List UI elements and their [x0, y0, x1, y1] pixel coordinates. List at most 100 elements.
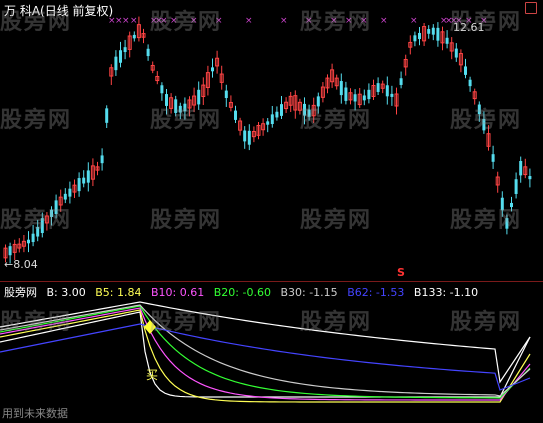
- candle: [510, 202, 513, 208]
- candle: [275, 111, 279, 118]
- candle: [385, 85, 389, 97]
- signal-marker: ×: [330, 16, 338, 26]
- candle: [353, 94, 357, 102]
- candle: [123, 47, 127, 53]
- candle: [362, 95, 366, 101]
- candle: [514, 179, 518, 194]
- signal-marker: ×: [410, 16, 418, 26]
- candle: [427, 29, 431, 34]
- candle: [491, 154, 495, 162]
- low-price-label: ←8.04: [4, 258, 38, 271]
- candle: [165, 94, 168, 106]
- indicator-chart[interactable]: [0, 282, 543, 423]
- candle: [36, 226, 40, 237]
- future-data-note: 用到未来数据: [2, 407, 68, 420]
- candle: [100, 155, 104, 164]
- indicator-name: 股旁网: [4, 286, 37, 299]
- candle: [303, 103, 306, 116]
- candle: [211, 67, 214, 72]
- candle: [418, 32, 421, 40]
- candle: [316, 96, 320, 107]
- candle: [464, 66, 467, 75]
- candle: [307, 109, 311, 117]
- high-price-label: 12.61: [453, 21, 485, 34]
- candle: [8, 246, 12, 256]
- legend-b5: B5: 1.84: [95, 286, 142, 299]
- candle: [224, 90, 228, 99]
- candle: [390, 93, 394, 97]
- candle: [247, 130, 251, 145]
- candle: [132, 34, 136, 39]
- candle: [344, 87, 348, 101]
- candle: [477, 104, 481, 115]
- signal-marker: ×: [280, 16, 288, 26]
- signal-marker: ×: [190, 16, 198, 26]
- candle: [482, 118, 486, 131]
- signal-marker: ×: [160, 16, 168, 26]
- candle: [528, 176, 532, 180]
- price-chart-panel[interactable]: × × × × × × × × × × × × × × × × × × × × × × × × 万 科A(日线 前复权) 12…: [0, 0, 543, 282]
- candle: [174, 99, 178, 113]
- signal-marker: ×: [245, 16, 253, 26]
- legend-b: B: 3.00: [46, 286, 86, 299]
- candle: [27, 239, 30, 244]
- sell-signal-marker: S: [397, 266, 405, 279]
- candle: [50, 209, 53, 217]
- signal-marker: ×: [360, 16, 368, 26]
- candle: [146, 48, 150, 57]
- indicator-panel[interactable]: 股旁网 B: 3.00 B5: 1.84 B10: 0.61 B20: -0.6…: [0, 282, 543, 423]
- candle: [82, 177, 86, 184]
- candle: [31, 233, 35, 243]
- candle: [178, 105, 182, 113]
- candle: [376, 83, 380, 92]
- candle: [40, 218, 44, 234]
- candle: [114, 56, 118, 71]
- line-b: [0, 311, 531, 398]
- window-control-icon[interactable]: [525, 2, 537, 14]
- candle: [63, 193, 67, 200]
- legend-b133: B133: -1.10: [413, 286, 479, 299]
- signal-marker: ×: [170, 16, 178, 26]
- legend-b10: B10: 0.61: [151, 286, 205, 299]
- candlestick-chart[interactable]: × × × × ××× × × × × × × × × × × × ×××× × ×: [0, 0, 543, 282]
- indicator-legend: 股旁网 B: 3.00 B5: 1.84 B10: 0.61 B20: -0.6…: [4, 284, 484, 300]
- chart-title: 万 科A(日线 前复权): [4, 4, 114, 18]
- candle: [413, 35, 417, 42]
- candle: [454, 48, 458, 58]
- candle: [119, 50, 122, 63]
- signal-marker: ×: [380, 16, 388, 26]
- buy-signal-marker: 买: [146, 368, 159, 382]
- candle: [270, 114, 274, 125]
- candle: [266, 121, 270, 125]
- candle: [105, 108, 109, 123]
- candle: [86, 170, 90, 183]
- candle: [339, 81, 343, 96]
- legend-b62: B62: -1.53: [347, 286, 405, 299]
- signal-marker: ×: [345, 16, 353, 26]
- candle: [197, 89, 201, 105]
- line-b62: [0, 323, 531, 391]
- candle: [505, 218, 509, 229]
- candle: [234, 110, 237, 120]
- candle: [399, 78, 403, 85]
- candle: [280, 104, 283, 116]
- legend-b20: B20: -0.60: [213, 286, 271, 299]
- candle: [68, 188, 72, 197]
- signal-marker: ×: [122, 16, 130, 26]
- candle: [431, 27, 435, 35]
- candle: [54, 200, 58, 215]
- candle: [77, 178, 81, 192]
- candle: [160, 85, 164, 94]
- candle: [468, 79, 472, 87]
- candle: [243, 130, 247, 142]
- candle: [519, 161, 523, 176]
- candle: [436, 27, 440, 41]
- signal-marker: ×: [215, 16, 223, 26]
- candle: [183, 103, 187, 112]
- candle: [445, 37, 449, 44]
- signal-marker: ×: [130, 16, 138, 26]
- candle: [500, 197, 504, 211]
- signal-marker: ×: [305, 16, 313, 26]
- legend-b30: B30: -1.15: [280, 286, 338, 299]
- candle: [367, 89, 371, 100]
